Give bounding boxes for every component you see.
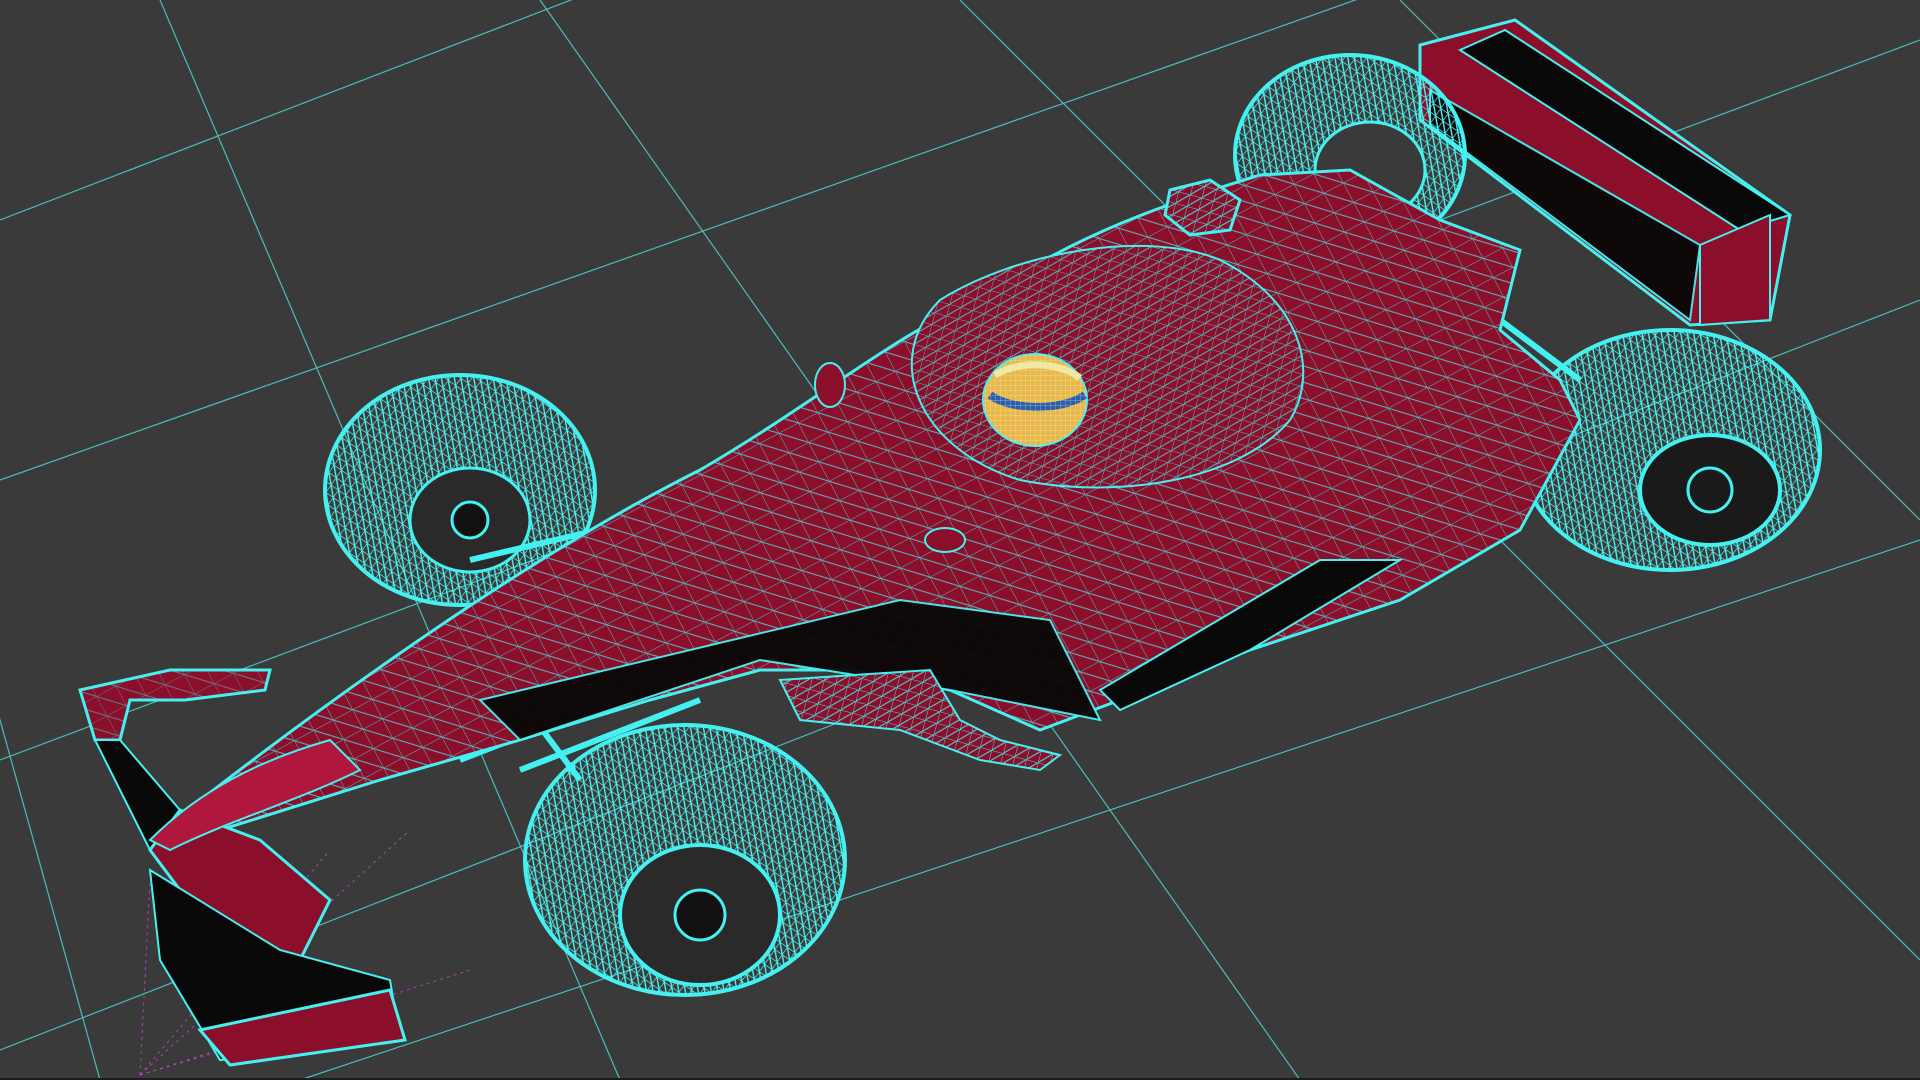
viewport-canvas[interactable]	[0, 0, 1920, 1080]
grid-line	[0, 717, 101, 1080]
front-right-wheel	[523, 723, 847, 997]
driver-helmet	[982, 353, 1088, 447]
3d-viewport[interactable]	[0, 0, 1920, 1080]
